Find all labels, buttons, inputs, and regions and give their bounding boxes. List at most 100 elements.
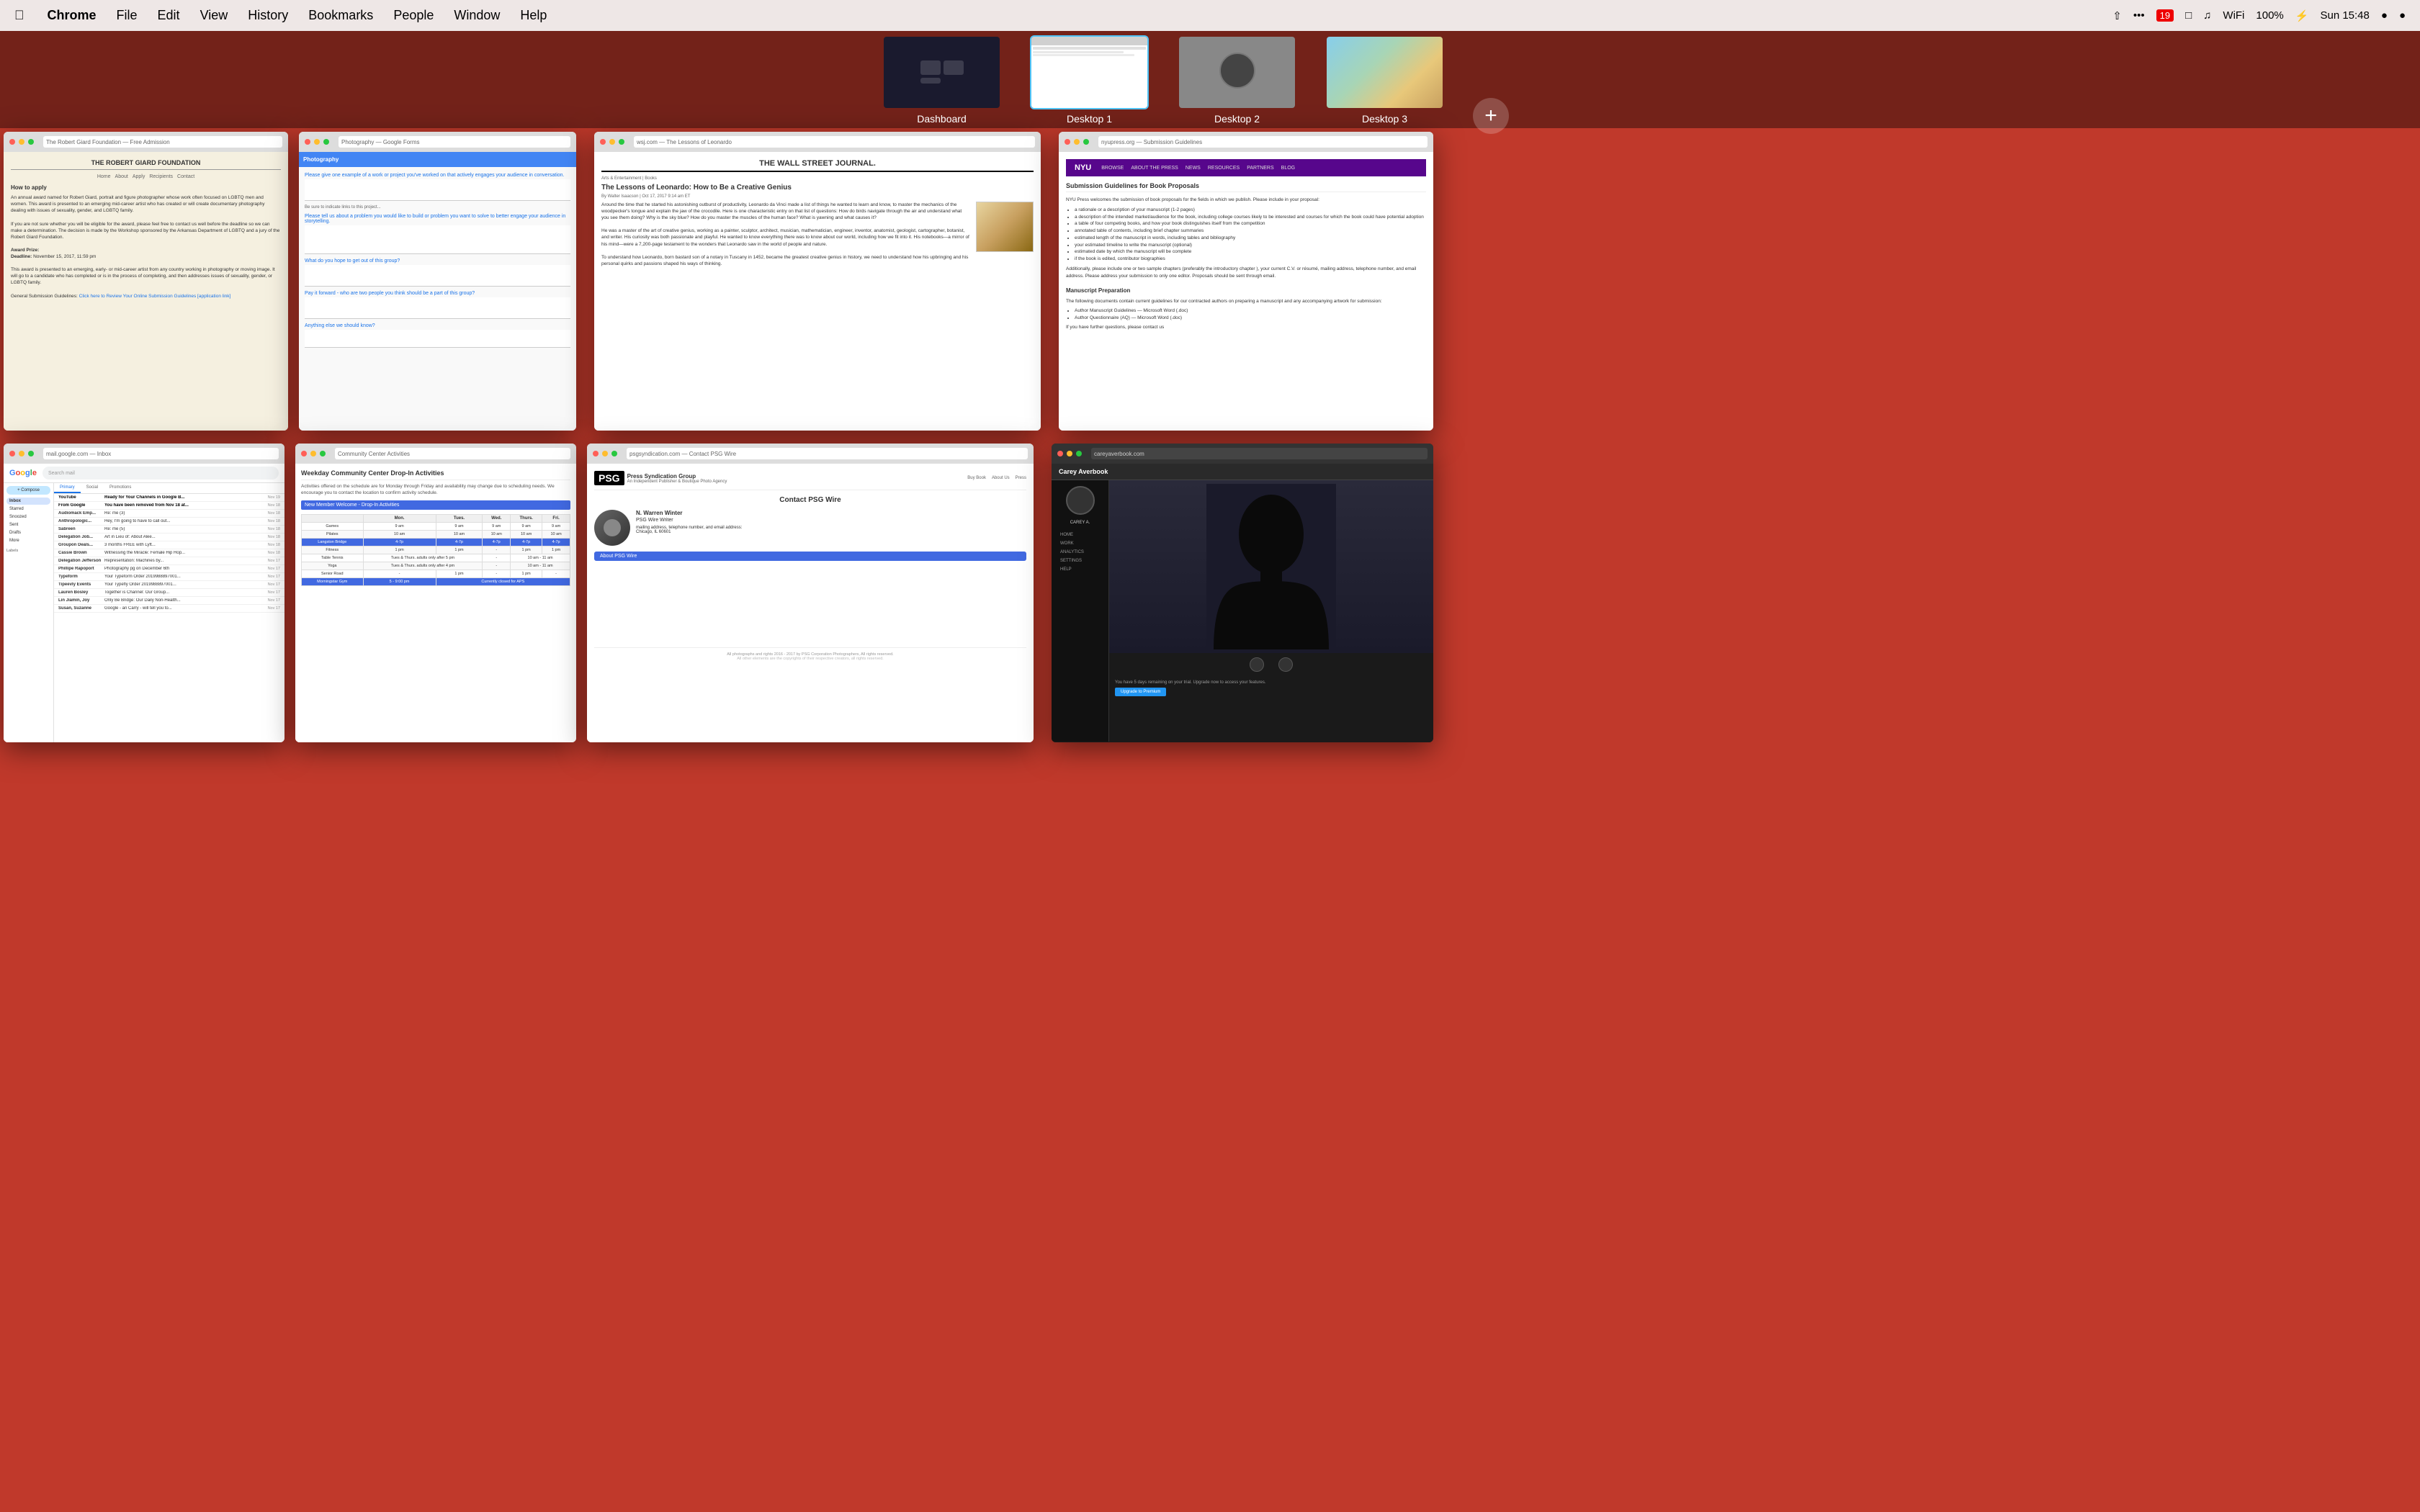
psg-nav-about[interactable]: Buy Book — [967, 476, 986, 480]
gmail-tab-social[interactable]: Social — [81, 483, 104, 493]
maximize-button-form[interactable] — [323, 139, 329, 145]
gmail-email-row[interactable]: Lauren Bosley Together is Channel: Our G… — [54, 589, 284, 597]
notification-dots[interactable]: ••• — [2133, 9, 2145, 22]
gmail-email-row[interactable]: Susan, Suzanne Google - an Carry - will … — [54, 605, 284, 613]
maximize-button-community[interactable] — [320, 451, 326, 456]
menubar-help[interactable]: Help — [510, 8, 557, 23]
upload-icon[interactable]: ⇧ — [2112, 9, 2122, 22]
minimize-button-psg[interactable] — [602, 451, 608, 456]
carey-nav-analytics[interactable]: ANALYTICS — [1057, 548, 1103, 557]
search-icon[interactable]: ● — [2381, 9, 2388, 22]
gmail-compose-button[interactable]: + Compose — [6, 486, 50, 495]
maximize-button-carey[interactable] — [1076, 451, 1082, 456]
close-button[interactable] — [9, 139, 15, 145]
gmail-email-row[interactable]: Tipeevly Events Your Typefly Order 20199… — [54, 581, 284, 589]
minimize-button-carey[interactable] — [1067, 451, 1072, 456]
url-bar-carey[interactable]: careyaverbook.com — [1091, 448, 1428, 459]
gmail-email-row[interactable]: Lin Jiamin, Joy Only Be Bridge: Our Dail… — [54, 597, 284, 605]
menubar-chrome[interactable]: Chrome — [37, 8, 107, 23]
url-bar-nyu[interactable]: nyupress.org — Submission Guidelines — [1098, 136, 1428, 148]
menubar-edit[interactable]: Edit — [148, 8, 190, 23]
carey-nav-work[interactable]: WORK — [1057, 539, 1103, 548]
carey-nav-home[interactable]: HOME — [1057, 531, 1103, 539]
maximize-button-psg[interactable] — [611, 451, 617, 456]
carey-nav-help[interactable]: HELP — [1057, 565, 1103, 574]
carey-nav-settings[interactable]: SETTINGS — [1057, 557, 1103, 565]
minimize-button-community[interactable] — [310, 451, 316, 456]
robert-body: How to apply An annual award named for R… — [11, 184, 281, 300]
url-bar-community[interactable]: Community Center Activities — [335, 448, 570, 459]
gmail-nav-starred[interactable]: Starred — [6, 505, 50, 513]
url-bar-form[interactable]: Photography — Google Forms — [339, 136, 570, 148]
desktop-thumb-dashboard[interactable]: Dashboard — [882, 35, 1001, 125]
close-button-psg[interactable] — [593, 451, 599, 456]
close-button-community[interactable] — [301, 451, 307, 456]
close-button-carey[interactable] — [1057, 451, 1063, 456]
url-bar-gmail[interactable]: mail.google.com — Inbox — [43, 448, 279, 459]
window-content-psg: PSG Press Syndication Group An Independe… — [587, 464, 1034, 742]
window-robert-giard[interactable]: The Robert Giard Foundation — Free Admis… — [4, 132, 288, 431]
carey-upgrade-button[interactable]: Upgrade to Premium — [1115, 688, 1166, 696]
window-carey-averbook[interactable]: careyaverbook.com Carey Averbook CAREY A… — [1052, 444, 1433, 742]
add-desktop-button[interactable]: + — [1473, 98, 1509, 134]
minimize-button-form[interactable] — [314, 139, 320, 145]
gmail-email-row[interactable]: Cassie Brown Witnessing the Miracle: Fem… — [54, 549, 284, 557]
psg-nav-contact[interactable]: Press — [1016, 476, 1026, 480]
maximize-button-nyu[interactable] — [1083, 139, 1089, 145]
gmail-email-row[interactable]: From Google You have been removed from N… — [54, 502, 284, 510]
minimize-button[interactable] — [19, 139, 24, 145]
window-wsj[interactable]: wsj.com — The Lessons of Leonardo THE WA… — [594, 132, 1041, 431]
apple-menu[interactable]:  — [14, 8, 24, 23]
menubar-people[interactable]: People — [383, 8, 444, 23]
menubar-file[interactable]: File — [107, 8, 148, 23]
window-nyu-press[interactable]: nyupress.org — Submission Guidelines NYU… — [1059, 132, 1433, 431]
carey-control-right[interactable] — [1278, 657, 1293, 672]
menubar-history[interactable]: History — [238, 8, 298, 23]
gmail-email-row[interactable]: YouTube Ready for Your Channels in Googl… — [54, 494, 284, 502]
window-community-center[interactable]: Community Center Activities Weekday Comm… — [295, 444, 576, 742]
maximize-button-gmail[interactable] — [28, 451, 34, 456]
window-gmail[interactable]: mail.google.com — Inbox Google Search ma… — [4, 444, 284, 742]
desktop-thumb-3[interactable]: Desktop 3 — [1325, 35, 1444, 125]
close-button-wsj[interactable] — [600, 139, 606, 145]
gmail-tab-promotions[interactable]: Promotions — [104, 483, 137, 493]
gmail-email-row[interactable]: Delegation Job... Art in Lieu of: About … — [54, 534, 284, 541]
close-button-form[interactable] — [305, 139, 310, 145]
desktop-thumb-preview-2 — [1178, 35, 1296, 109]
menubar-bookmarks[interactable]: Bookmarks — [298, 8, 383, 23]
gmail-nav-more[interactable]: More — [6, 537, 50, 544]
gmail-tab-primary[interactable]: Primary — [54, 483, 81, 493]
gmail-email-row[interactable]: Typeform Your Typeform Order 20199888970… — [54, 573, 284, 581]
close-button-nyu[interactable] — [1065, 139, 1070, 145]
url-bar-robert[interactable]: The Robert Giard Foundation — Free Admis… — [43, 136, 282, 148]
psg-nav-wire[interactable]: About Us — [992, 476, 1010, 480]
desktop-thumb-2[interactable]: Desktop 2 — [1178, 35, 1296, 125]
gmail-search-bar[interactable]: Search mail — [42, 467, 279, 480]
carey-control-left[interactable] — [1250, 657, 1264, 672]
window-photography-form[interactable]: Photography — Google Forms Photography P… — [299, 132, 576, 431]
minimize-button-gmail[interactable] — [19, 451, 24, 456]
close-button-gmail[interactable] — [9, 451, 15, 456]
gmail-email-row[interactable]: Phillipe Rapoport Photography pg on Dece… — [54, 565, 284, 573]
gmail-email-row[interactable]: Delegation Jefferson Representation: Mac… — [54, 557, 284, 565]
url-bar-psg[interactable]: psgsyndication.com — Contact PSG Wire — [627, 448, 1028, 459]
desktop-thumb-1[interactable]: Desktop 1 — [1030, 35, 1149, 125]
menubar-window[interactable]: Window — [444, 8, 510, 23]
gmail-nav-inbox[interactable]: Inbox — [6, 498, 50, 505]
maximize-button[interactable] — [28, 139, 34, 145]
gmail-nav-drafts[interactable]: Drafts — [6, 529, 50, 536]
gmail-email-row[interactable]: Sabreen Re: me (5) Nov 18 — [54, 526, 284, 534]
maximize-button-wsj[interactable] — [619, 139, 624, 145]
url-bar-wsj[interactable]: wsj.com — The Lessons of Leonardo — [634, 136, 1035, 148]
gmail-email-row[interactable]: Groupon Deals... 3 months FREE with Lyft… — [54, 541, 284, 549]
menubar-view[interactable]: View — [190, 8, 238, 23]
window-psg[interactable]: psgsyndication.com — Contact PSG Wire PS… — [587, 444, 1034, 742]
minimize-button-nyu[interactable] — [1074, 139, 1080, 145]
user-icon[interactable]: ● — [2399, 9, 2406, 22]
minimize-button-wsj[interactable] — [609, 139, 615, 145]
gmail-nav-snoozed[interactable]: Snoozed — [6, 513, 50, 521]
gmail-nav-sent[interactable]: Sent — [6, 521, 50, 528]
gmail-email-row[interactable]: Anthropologic... Hey, I'm going to have … — [54, 518, 284, 526]
psg-about-btn[interactable]: About PSG Wire — [594, 552, 1026, 561]
gmail-email-row[interactable]: Audiomack Emp... Re: me (3) Nov 18 — [54, 510, 284, 518]
